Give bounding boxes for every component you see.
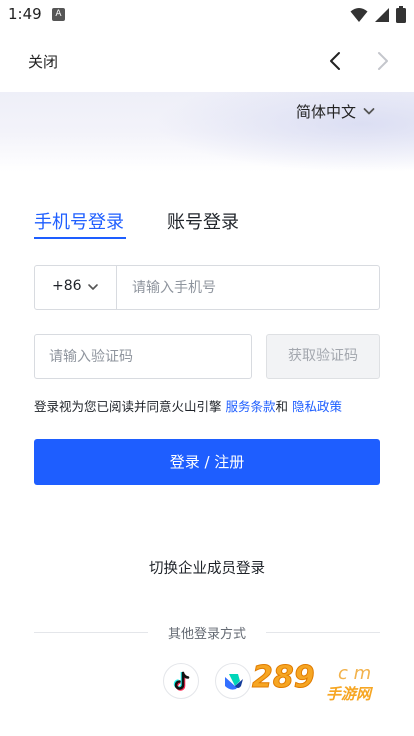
battery-icon [396,6,406,23]
terms-link[interactable]: 服务条款 [226,399,276,414]
agreement-prefix: 登录视为您已阅读并同意火山引擎 [34,399,222,414]
back-chevron-icon[interactable] [326,50,346,72]
watermark-number: 289 [252,660,315,695]
status-icons [350,6,406,23]
close-button[interactable]: 关闭 [28,51,58,72]
phone-field-group: +86 [34,265,380,310]
divider-right [266,632,380,633]
tab-account-login[interactable]: 账号登录 [167,208,239,234]
language-selector[interactable]: 简体中文 [296,101,356,122]
watermark-suffix: c m [338,663,371,684]
douyin-icon [173,671,190,691]
notification-icon: A [52,8,65,21]
agreement-text: 登录视为您已阅读并同意火山引擎 服务条款和 隐私政策 [34,396,342,415]
feishu-login-button[interactable] [215,663,251,699]
login-register-button[interactable]: 登录 / 注册 [34,439,380,485]
status-time: 1:49 [8,5,42,23]
douyin-login-button[interactable] [163,663,199,699]
wifi-icon [350,7,368,22]
chevron-down-icon[interactable] [362,104,376,118]
country-code-select[interactable]: +86 [35,266,117,309]
country-code-value: +86 [52,278,82,294]
feishu-icon [225,674,243,690]
signal-icon [375,7,389,22]
watermark-sub: 手游网 [326,685,374,703]
top-navbar: 关闭 [0,30,414,92]
tab-phone-login[interactable]: 手机号登录 [34,208,124,234]
chevron-down-icon [88,284,98,290]
agreement-and: 和 [275,399,289,414]
verification-code-input[interactable] [34,334,252,379]
privacy-link[interactable]: 隐私政策 [292,399,342,414]
get-code-button[interactable]: 获取验证码 [266,334,380,379]
other-login-methods: 其他登录方式 [34,623,380,642]
phone-input[interactable] [118,266,379,309]
forward-chevron-icon[interactable] [372,50,392,72]
header-banner: 简体中文 [0,92,414,172]
login-tabs: 手机号登录 账号登录 [34,208,394,242]
site-watermark-logo: 289 c m 手游网 [252,660,375,704]
status-bar: 1:49 A [0,0,414,30]
active-tab-indicator [34,237,126,239]
switch-enterprise-login-link[interactable]: 切换企业成员登录 [0,557,414,578]
